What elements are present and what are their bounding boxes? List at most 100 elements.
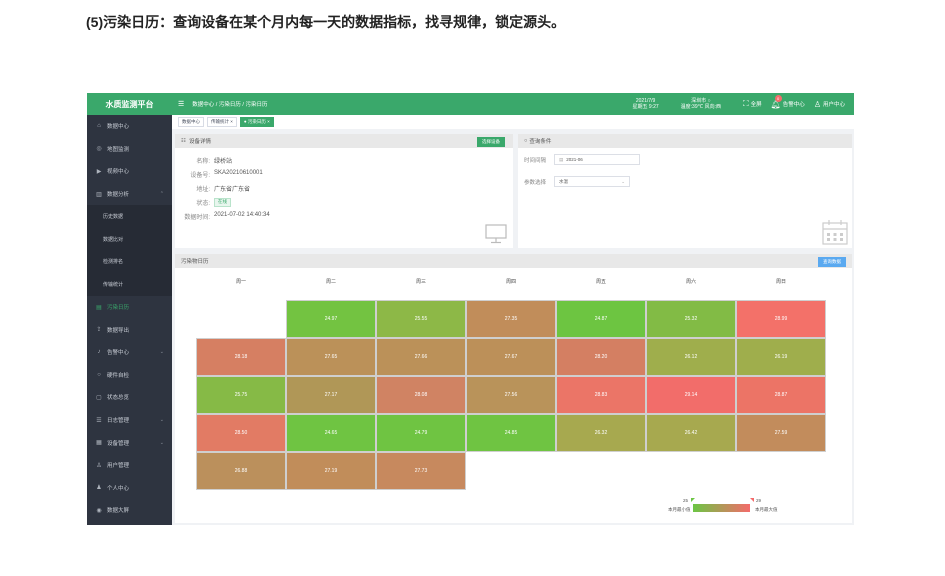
sidebar-item-3[interactable]: ▥ 数据分析 ⌃	[87, 183, 172, 206]
day-value: 24.97	[324, 316, 338, 322]
legend-min-value: 25	[683, 498, 689, 503]
weekday-header: 周一	[235, 279, 246, 285]
day-value: 27.66	[414, 354, 428, 360]
calendar-day-cell[interactable]: 27.35	[466, 300, 556, 338]
query-data-button[interactable]: 查询数据	[818, 257, 846, 267]
sidebar-item-13[interactable]: ☰ 日志管理 ⌄	[87, 409, 172, 432]
video-icon: ▶	[96, 168, 102, 175]
device-id-value: SKA20210610001	[214, 170, 263, 176]
sidebar-item-17[interactable]: ◉ 数据大屏	[87, 499, 172, 522]
weekday-header: 周二	[325, 279, 336, 285]
calendar-day-cell[interactable]: 27.17	[286, 376, 376, 414]
calendar-day-cell[interactable]: 27.73	[376, 452, 466, 490]
calendar-day-cell[interactable]: 26.19	[736, 338, 826, 376]
legend-max-marker	[750, 498, 754, 502]
chevron-icon: ⌄	[159, 439, 164, 446]
sidebar-item-0[interactable]: ⌂ 数据中心	[87, 115, 172, 138]
sidebar-item-label: 个人中心	[107, 485, 130, 492]
day-value: 24.87	[594, 316, 608, 322]
calendar-day-cell[interactable]: 26.32	[556, 414, 646, 452]
calendar-day-cell[interactable]: 24.85	[466, 414, 556, 452]
home-icon: ⌂	[97, 123, 101, 130]
alarm-center-label: 告警中心	[782, 102, 805, 108]
sidebar-item-5[interactable]: 数据比对	[87, 227, 172, 251]
calendar-day-cell[interactable]: 28.50	[196, 414, 286, 452]
select-device-button[interactable]: 选择设备	[477, 137, 505, 147]
day-value: 24.65	[324, 430, 338, 436]
calendar-day-cell[interactable]: 25.32	[646, 300, 736, 338]
top-bar: ☰ 数据中心 / 污染日历 / 污染日历 2021/7/9 星期五 9:27 深…	[172, 93, 854, 115]
calendar-day-cell[interactable]: 28.08	[376, 376, 466, 414]
calendar-day-cell[interactable]: 27.56	[466, 376, 556, 414]
tab-pollution-calendar[interactable]: ● 污染日历 ×	[239, 117, 274, 127]
calendar-day-cell[interactable]: 27.19	[286, 452, 376, 490]
calendar-day-cell[interactable]: 28.99	[736, 300, 826, 338]
day-value: 25.32	[684, 316, 698, 322]
sidebar-item-12[interactable]: ▢ 状态总览	[87, 386, 172, 409]
calendar-day-cell[interactable]: 28.18	[196, 338, 286, 376]
calendar-day-cell[interactable]: 26.42	[646, 414, 736, 452]
month-picker-input[interactable]: ▤ 2021-06	[554, 154, 641, 165]
legend-min-label: 本月最小值	[668, 507, 691, 512]
calendar-day-cell[interactable]: 25.75	[196, 376, 286, 414]
day-value: 27.59	[774, 430, 788, 436]
sidebar-item-10[interactable]: ♪ 告警中心 ⌄	[87, 341, 172, 364]
list-icon: ☷	[181, 138, 186, 144]
calendar-day-cell[interactable]: 27.65	[286, 338, 376, 376]
calendar-day-cell[interactable]: 24.97	[286, 300, 376, 338]
sidebar-item-label: 状态总览	[107, 395, 130, 402]
query-panel-header: ○ 查询条件	[518, 134, 852, 148]
calendar-day-cell[interactable]: 28.20	[556, 338, 646, 376]
device-name-row: 名称: 绿桥站	[175, 156, 232, 165]
parameter-select[interactable]: 水温 ⌄	[554, 176, 631, 187]
sidebar-item-6[interactable]: 检测排名	[87, 250, 172, 274]
calendar-day-cell[interactable]: 24.65	[286, 414, 376, 452]
device-time-row: 数据时间: 2021-07-02 14:40:34	[184, 212, 270, 221]
sidebar-item-7[interactable]: 传输统计	[87, 273, 172, 296]
person-icon: ♟	[96, 485, 102, 492]
sidebar-item-label: 检测排名	[103, 259, 124, 266]
sidebar-item-11[interactable]: ○ 硬件自检	[87, 364, 172, 387]
calendar-day-cell[interactable]: 29.14	[646, 376, 736, 414]
device-name-value: 绿桥站	[214, 159, 233, 165]
export-icon: ⇪	[96, 327, 102, 334]
sidebar-item-14[interactable]: ▦ 设备管理 ⌄	[87, 431, 172, 454]
sidebar-item-label: 地图监测	[107, 146, 130, 153]
calendar-icon	[822, 220, 848, 245]
calendar-day-cell[interactable]: 28.87	[736, 376, 826, 414]
day-value: 25.75	[234, 392, 248, 398]
calendar-day-cell[interactable]: 27.66	[376, 338, 466, 376]
calendar-day-cell[interactable]: 28.83	[556, 376, 646, 414]
tab-transfer-stats[interactable]: 传输统计 ×	[207, 117, 237, 127]
sidebar-item-2[interactable]: ▶ 视频中心	[87, 160, 172, 183]
day-value: 28.50	[234, 430, 248, 436]
day-value: 25.55	[414, 316, 428, 322]
calendar-day-cell[interactable]: 25.55	[376, 300, 466, 338]
user-center-button[interactable]: ♙ 用户中心	[814, 100, 845, 109]
status-badge: 在线	[214, 198, 231, 207]
sidebar-item-15[interactable]: ♙ 用户管理	[87, 454, 172, 477]
fullscreen-icon: ⛶	[743, 99, 749, 108]
legend-min-marker	[691, 498, 695, 502]
calendar-day-cell[interactable]: 26.12	[646, 338, 736, 376]
user-center-label: 用户中心	[822, 102, 845, 108]
sidebar-item-9[interactable]: ⇪ 数据导出	[87, 318, 172, 341]
day-value: 27.35	[504, 316, 518, 322]
sidebar-item-16[interactable]: ♟ 个人中心	[87, 477, 172, 500]
sidebar-item-1[interactable]: ◎ 地图监测	[87, 138, 172, 161]
menu-toggle-icon[interactable]: ☰	[178, 100, 184, 108]
calendar-day-cell[interactable]: 27.67	[466, 338, 556, 376]
calendar-day-cell[interactable]: 24.87	[556, 300, 646, 338]
tab-bar: 数据中心 传输统计 × ● 污染日历 ×	[172, 115, 854, 129]
calendar-day-cell[interactable]: 24.79	[376, 414, 466, 452]
device-panel-header: ☷ 设备详情 选择设备	[175, 134, 513, 148]
sidebar-item-8[interactable]: ▤ 污染日历	[87, 296, 172, 319]
alarm-center-button[interactable]: 🔔︎ 0 告警中心	[771, 94, 805, 109]
weekday-time-text: 星期五 9:27	[632, 104, 659, 110]
calendar-day-cell[interactable]: 27.59	[736, 414, 826, 452]
tab-data-center[interactable]: 数据中心	[178, 117, 204, 127]
sidebar-item-4[interactable]: 历史数据	[87, 205, 172, 228]
fullscreen-button[interactable]: ⛶ 全屏	[743, 99, 762, 109]
calendar-day-cell[interactable]: 26.88	[196, 452, 286, 490]
weekday-header: 周六	[685, 279, 696, 285]
